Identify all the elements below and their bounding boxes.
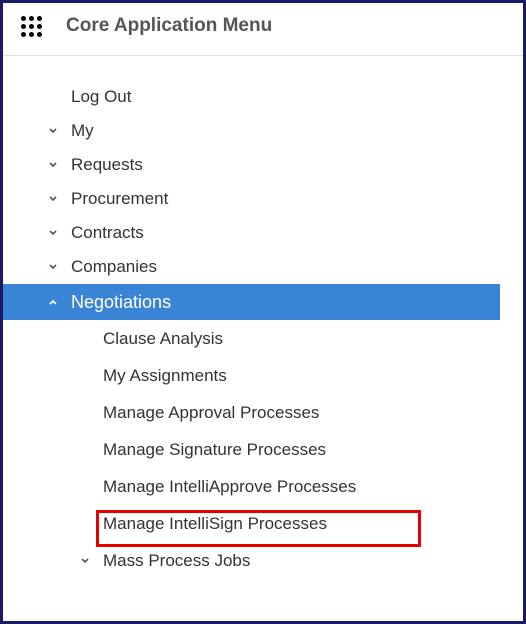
submenu-label: Manage Signature Processes (103, 440, 500, 460)
menu-label: Requests (71, 155, 500, 175)
chevron-down-icon (47, 159, 59, 171)
header-bar: Core Application Menu (3, 3, 523, 56)
submenu-label: Manage IntelliSign Processes (103, 514, 500, 534)
menu-label: Contracts (71, 223, 500, 243)
menu-item-my[interactable]: My (3, 114, 500, 148)
menu-label: My (71, 121, 500, 141)
menu-label: Log Out (71, 87, 500, 107)
submenu-label: Manage Approval Processes (103, 403, 500, 423)
menu-item-requests[interactable]: Requests (3, 148, 500, 182)
chevron-down-icon (47, 261, 59, 273)
chevron-down-icon (47, 193, 59, 205)
menu-tree: Log Out My Requests Procurement Contract… (3, 56, 500, 579)
submenu-item-my-assignments[interactable]: My Assignments (3, 357, 500, 394)
menu-item-companies[interactable]: Companies (3, 250, 500, 284)
submenu-label: My Assignments (103, 366, 500, 386)
submenu-label: Mass Process Jobs (103, 551, 500, 571)
submenu-item-manage-signature[interactable]: Manage Signature Processes (3, 431, 500, 468)
page-title: Core Application Menu (66, 15, 272, 37)
menu-label: Negotiations (71, 292, 500, 313)
submenu-item-manage-intellisign[interactable]: Manage IntelliSign Processes (3, 505, 500, 542)
menu-item-negotiations[interactable]: Negotiations (3, 284, 500, 320)
chevron-up-icon (47, 296, 59, 308)
app-launcher-icon[interactable] (21, 16, 42, 37)
menu-label: Procurement (71, 189, 500, 209)
menu-item-procurement[interactable]: Procurement (3, 182, 500, 216)
menu-item-logout[interactable]: Log Out (3, 80, 500, 114)
chevron-down-icon (47, 125, 59, 137)
chevron-down-icon (79, 555, 91, 567)
menu-item-contracts[interactable]: Contracts (3, 216, 500, 250)
chevron-down-icon (47, 227, 59, 239)
submenu-item-manage-approval[interactable]: Manage Approval Processes (3, 394, 500, 431)
submenu-label: Clause Analysis (103, 329, 500, 349)
submenu-item-clause-analysis[interactable]: Clause Analysis (3, 320, 500, 357)
menu-label: Companies (71, 257, 500, 277)
submenu-item-mass-process-jobs[interactable]: Mass Process Jobs (3, 542, 500, 579)
submenu-label: Manage IntelliApprove Processes (103, 477, 500, 497)
submenu-item-manage-intelliapprove[interactable]: Manage IntelliApprove Processes (3, 468, 500, 505)
